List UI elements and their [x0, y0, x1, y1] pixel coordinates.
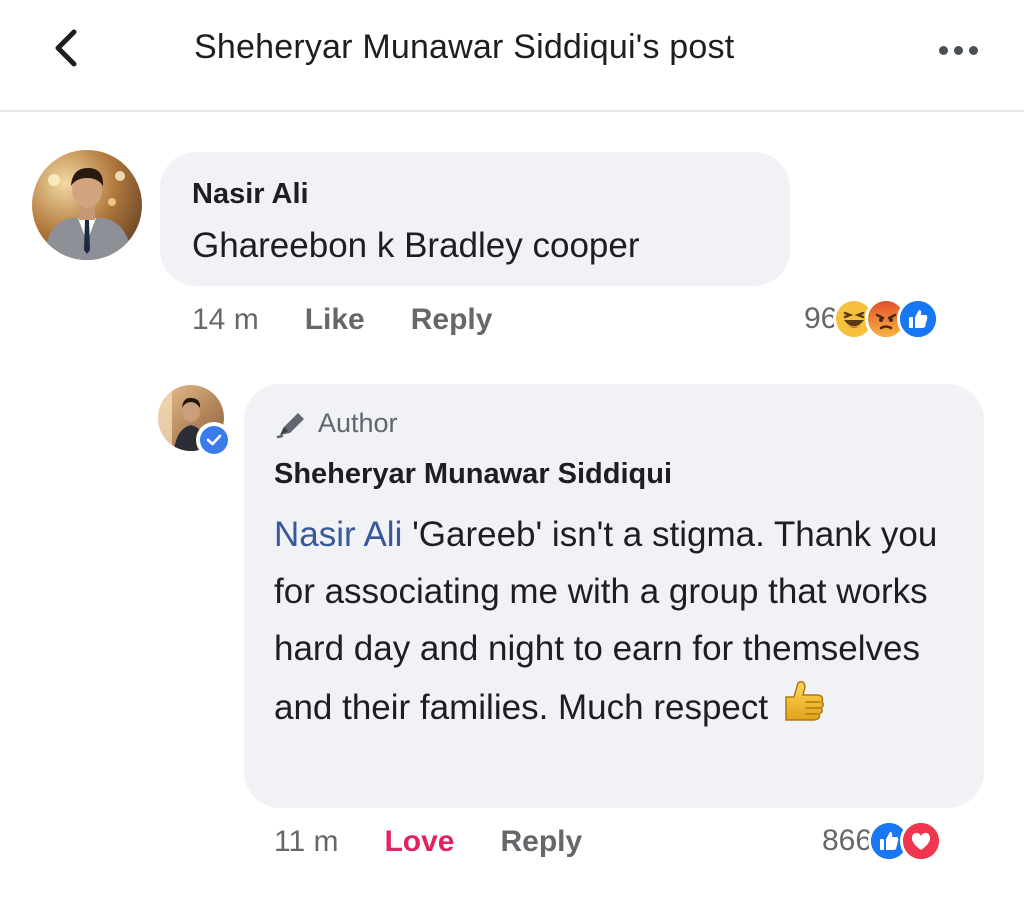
- more-horizontal-icon: [938, 45, 948, 55]
- mention-link[interactable]: Nasir Ali: [274, 515, 402, 554]
- like-reaction-icon: [897, 298, 940, 340]
- reaction-count: 96: [804, 302, 838, 335]
- more-dot: [953, 45, 963, 55]
- back-button[interactable]: [44, 26, 88, 70]
- pen-icon: [276, 412, 304, 438]
- comment-text: Ghareebon k Bradley cooper: [192, 226, 640, 265]
- reaction-count: 866: [822, 824, 873, 857]
- avatar[interactable]: [32, 150, 142, 260]
- reply-button[interactable]: Reply: [411, 303, 493, 337]
- page-title: Sheheryar Munawar Siddiqui's post: [194, 28, 735, 66]
- verified-badge: [196, 422, 232, 458]
- more-dot: [968, 45, 978, 55]
- comment-reactions[interactable]: 96: [804, 298, 940, 340]
- comment-author-name[interactable]: Nasir Ali: [192, 178, 309, 211]
- post-header: Sheheryar Munawar Siddiqui's post: [0, 0, 1024, 112]
- checkmark-icon: [206, 434, 222, 446]
- love-reaction-icon: [900, 820, 943, 862]
- reply-button[interactable]: Reply: [501, 825, 583, 859]
- love-button[interactable]: Love: [384, 825, 454, 859]
- like-button[interactable]: Like: [305, 303, 365, 337]
- author-badge-label: Author: [318, 408, 398, 438]
- reply-actions: 11 m Love Reply: [274, 825, 628, 859]
- profile-photo-icon: [32, 150, 142, 260]
- reply-reactions[interactable]: 866: [822, 820, 943, 862]
- author-badge: Author: [276, 408, 398, 439]
- thumbs-up-emoji-icon: [776, 677, 828, 742]
- more-options-button[interactable]: [930, 30, 986, 70]
- chevron-left-icon: [55, 29, 77, 67]
- reply-timestamp[interactable]: 11 m: [274, 825, 338, 859]
- comment-timestamp[interactable]: 14 m: [192, 303, 259, 337]
- comment-actions: 14 m Like Reply: [192, 303, 538, 337]
- reply-text: Nasir Ali 'Gareeb' isn't a stigma. Thank…: [274, 506, 974, 742]
- reply-author-name[interactable]: Sheheryar Munawar Siddiqui: [274, 458, 672, 491]
